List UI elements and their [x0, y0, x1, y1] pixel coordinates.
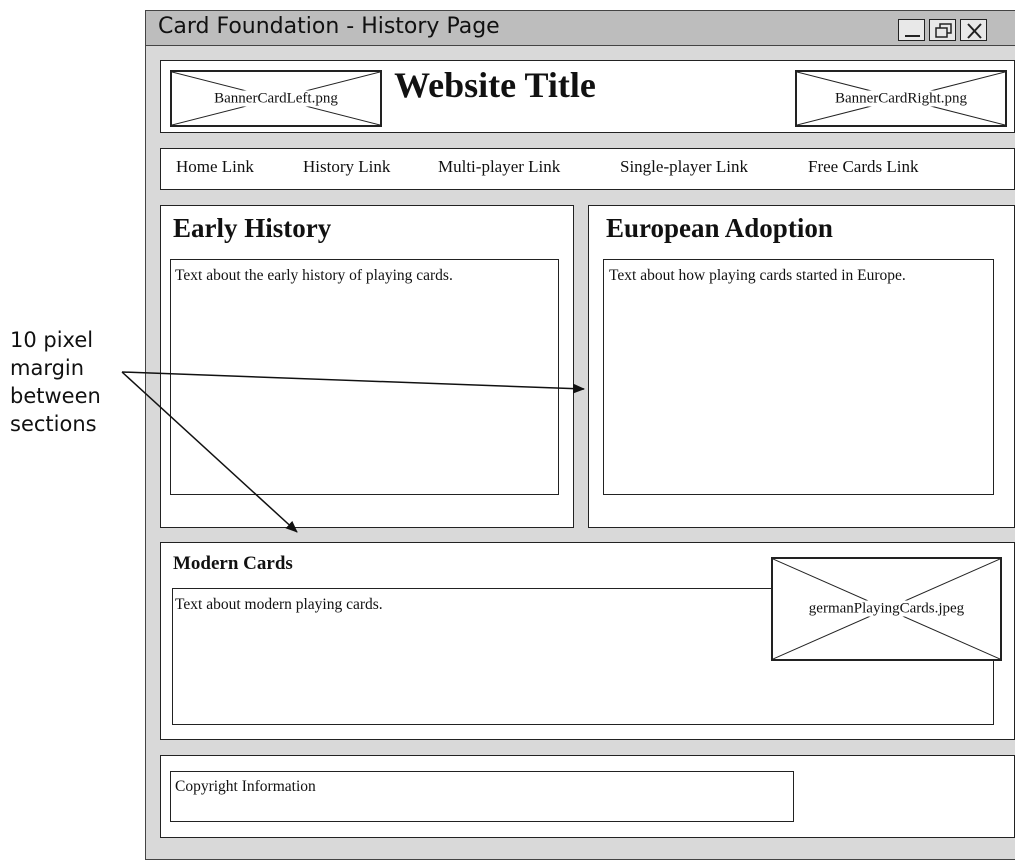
- arrow-to-horizontal-gap: [121, 371, 298, 533]
- annotation-arrows: [121, 371, 585, 533]
- arrow-to-vertical-gap: [121, 371, 585, 394]
